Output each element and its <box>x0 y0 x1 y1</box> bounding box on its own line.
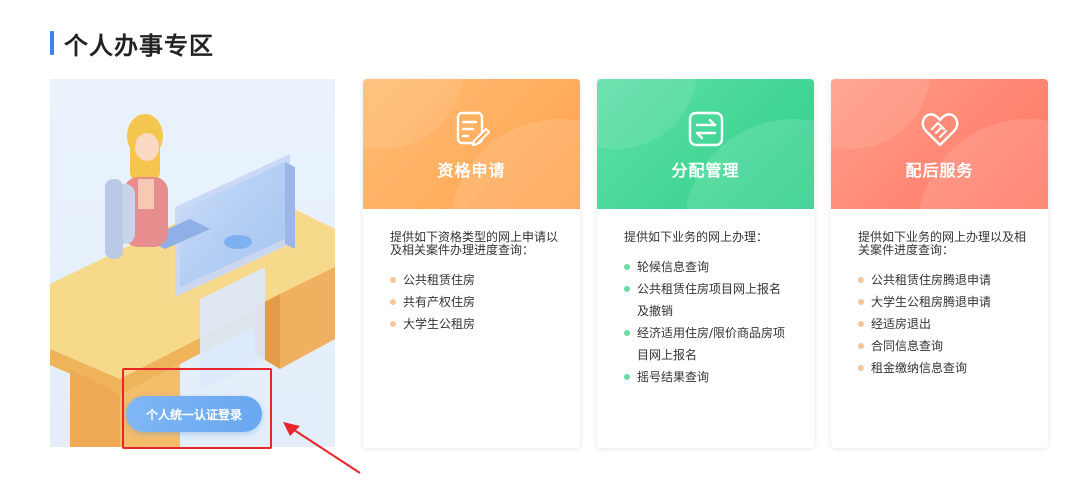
card-item-list: 公共租赁住房腾退申请 大学生公租房腾退申请 经适房退出 合同信息查询 租金缴纳信… <box>858 269 1026 379</box>
highlight-box <box>122 368 272 449</box>
list-item[interactable]: 租金缴纳信息查询 <box>858 357 1026 379</box>
list-item[interactable]: 大学生公租房腾退申请 <box>858 291 1026 313</box>
card-header: 资格申请 <box>363 79 580 209</box>
card-description: 提供如下资格类型的网上申请以及相关案件办理进度查询： <box>390 230 559 257</box>
card-allocation-management[interactable]: 分配管理 提供如下业务的网上办理： 轮候信息查询 公共租赁住房项目网上报名及撤销… <box>597 79 814 448</box>
section-title: 个人办事专区 <box>64 31 214 60</box>
list-item[interactable]: 共有产权住房 <box>390 291 558 313</box>
list-item[interactable]: 轮候信息查询 <box>624 256 792 278</box>
form-edit-icon <box>456 111 490 147</box>
card-description: 提供如下业务的网上办理： <box>624 230 769 244</box>
list-item[interactable]: 公共租赁住房腾退申请 <box>858 269 1026 291</box>
heart-handshake-icon <box>921 113 958 147</box>
card-title: 资格申请 <box>437 161 506 180</box>
card-header: 配后服务 <box>831 79 1048 209</box>
exchange-arrows-icon <box>688 111 723 147</box>
card-title: 配后服务 <box>905 161 974 180</box>
card-title: 分配管理 <box>671 161 740 180</box>
card-description: 提供如下业务的网上办理以及相关案件进度查询： <box>858 230 1027 257</box>
list-item[interactable]: 摇号结果查询 <box>624 366 792 388</box>
list-item[interactable]: 公共租赁住房 <box>390 269 558 291</box>
card-header: 分配管理 <box>597 79 814 209</box>
list-item[interactable]: 经适房退出 <box>858 313 1026 335</box>
card-qualification-application[interactable]: 资格申请 提供如下资格类型的网上申请以及相关案件办理进度查询： 公共租赁住房 共… <box>363 79 580 448</box>
list-item[interactable]: 经济适用住房/限价商品房项目网上报名 <box>624 322 792 366</box>
card-item-list: 公共租赁住房 共有产权住房 大学生公租房 <box>390 269 558 335</box>
card-item-list: 轮候信息查询 公共租赁住房项目网上报名及撤销 经济适用住房/限价商品房项目网上报… <box>624 256 792 388</box>
list-item[interactable]: 公共租赁住房项目网上报名及撤销 <box>624 278 792 322</box>
section-header: 个人办事专区 <box>50 28 214 60</box>
pointer-arrow-icon <box>283 422 361 474</box>
section-accent-bar <box>50 31 54 55</box>
list-item[interactable]: 合同信息查询 <box>858 335 1026 357</box>
card-post-allocation-service[interactable]: 配后服务 提供如下业务的网上办理以及相关案件进度查询： 公共租赁住房腾退申请 大… <box>831 79 1048 448</box>
list-item[interactable]: 大学生公租房 <box>390 313 558 335</box>
